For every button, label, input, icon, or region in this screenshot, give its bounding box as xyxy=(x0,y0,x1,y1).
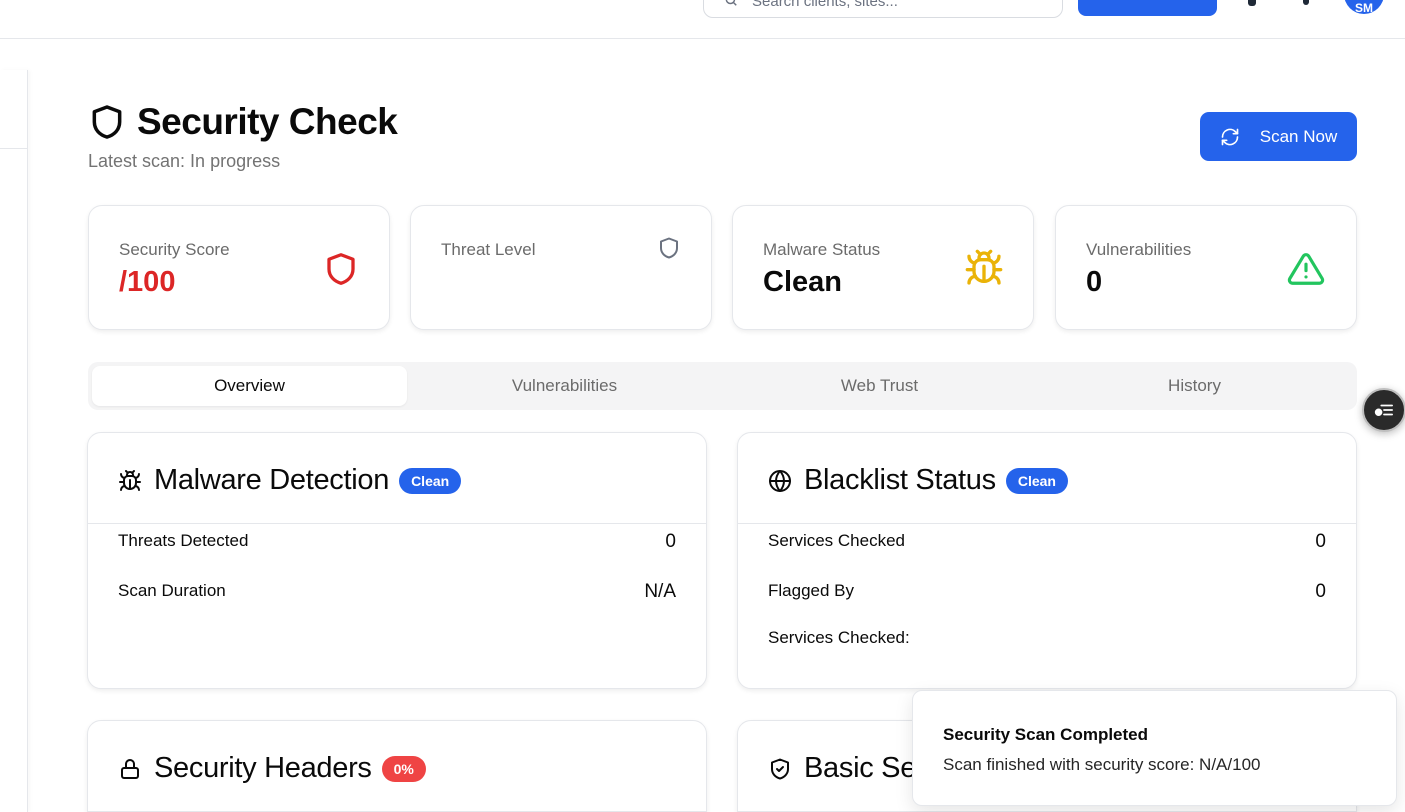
status-badge: Clean xyxy=(1005,467,1068,494)
row-value: 0 xyxy=(1315,531,1326,552)
search-placeholder: Search clients, sites... xyxy=(752,0,898,10)
malware-status-value: Clean xyxy=(763,266,842,298)
page-subtitle: Latest scan: In progress xyxy=(88,151,281,171)
sidebar xyxy=(0,70,28,812)
stat-label: Security Score xyxy=(119,240,230,259)
globe-icon xyxy=(769,469,791,492)
row-label: Threats Detected xyxy=(118,531,249,550)
security-score-value: /100 xyxy=(119,266,176,298)
avatar-initials: SM xyxy=(1355,1,1373,14)
page-title: Security Check xyxy=(137,101,398,142)
tab-vulnerabilities[interactable]: Vulnerabilities xyxy=(407,366,722,406)
stat-label: Vulnerabilities xyxy=(1086,240,1192,259)
card-divider xyxy=(88,523,706,524)
security-headers-card: Security Headers 0% xyxy=(87,720,707,812)
security-score-card: Security Score /100 xyxy=(88,205,390,330)
tab-bar: Overview Vulnerabilities Web Trust Histo… xyxy=(88,362,1357,410)
notification-icon[interactable] xyxy=(1248,0,1256,6)
scan-now-label: Scan Now xyxy=(1259,126,1338,146)
status-badge: 0% xyxy=(381,755,426,782)
bug-icon xyxy=(965,249,1003,285)
card-header: Malware Detection Clean xyxy=(118,464,462,497)
scan-now-button[interactable]: Scan Now xyxy=(1200,112,1357,161)
shield-icon xyxy=(92,105,122,139)
card-title: Security Headers xyxy=(154,752,372,784)
tab-overview[interactable]: Overview xyxy=(92,366,407,406)
top-bar: Search clients, sites... SM xyxy=(0,0,1405,39)
search-input[interactable]: Search clients, sites... xyxy=(703,0,1063,18)
toast-message: Scan finished with security score: N/A/1… xyxy=(943,755,1261,774)
detail-row: Threats Detected 0 xyxy=(118,531,676,553)
shield-check-icon xyxy=(771,758,789,779)
vulnerabilities-value: 0 xyxy=(1086,266,1103,298)
tab-web-trust[interactable]: Web Trust xyxy=(722,366,1037,406)
status-badge: Clean xyxy=(399,467,462,494)
card-header: Blacklist Status Clean xyxy=(768,464,1068,497)
card-header: Security Headers 0% xyxy=(118,752,426,785)
toast-title: Security Scan Completed xyxy=(943,725,1149,744)
detail-row: Services Checked 0 xyxy=(768,531,1326,553)
card-title: Malware Detection xyxy=(154,464,390,496)
refresh-icon xyxy=(1221,128,1239,145)
floating-menu-button[interactable] xyxy=(1362,388,1405,432)
services-checked-label: Services Checked: xyxy=(768,628,1326,648)
tab-history[interactable]: History xyxy=(1037,366,1352,406)
shield-icon xyxy=(327,253,355,285)
row-value: N/A xyxy=(644,581,676,602)
row-value: 0 xyxy=(1315,581,1326,602)
sidebar-divider xyxy=(0,148,28,149)
warning-triangle-icon xyxy=(1287,253,1325,285)
threat-level-card: Threat Level xyxy=(410,205,712,330)
toast-notification[interactable]: Security Scan Completed Scan finished wi… xyxy=(912,690,1397,806)
malware-detection-card: Malware Detection Clean Threats Detected… xyxy=(87,432,707,689)
bug-icon xyxy=(119,469,141,491)
malware-status-card: Malware Status Clean xyxy=(732,205,1034,330)
lock-icon xyxy=(121,758,139,779)
detail-row: Scan Duration N/A xyxy=(118,581,676,603)
card-title: Blacklist Status xyxy=(804,464,996,496)
row-label: Scan Duration xyxy=(118,581,226,600)
new-client-button[interactable] xyxy=(1078,0,1217,16)
search-icon xyxy=(725,0,737,6)
list-toggle-icon xyxy=(1374,404,1394,417)
card-divider xyxy=(738,523,1356,524)
stat-label: Malware Status xyxy=(763,240,881,259)
row-label: Services Checked: xyxy=(768,628,910,647)
stat-label: Threat Level xyxy=(441,240,536,259)
row-label: Services Checked xyxy=(768,531,906,550)
page-header: Security Check xyxy=(88,101,398,143)
row-label: Flagged By xyxy=(768,581,854,600)
vulnerabilities-card: Vulnerabilities 0 xyxy=(1055,205,1357,330)
help-icon[interactable] xyxy=(1303,0,1309,5)
blacklist-status-card: Blacklist Status Clean Services Checked … xyxy=(737,432,1357,689)
detail-row: Flagged By 0 xyxy=(768,581,1326,603)
avatar[interactable]: SM xyxy=(1344,0,1384,14)
shield-icon xyxy=(660,237,678,259)
row-value: 0 xyxy=(665,531,676,552)
